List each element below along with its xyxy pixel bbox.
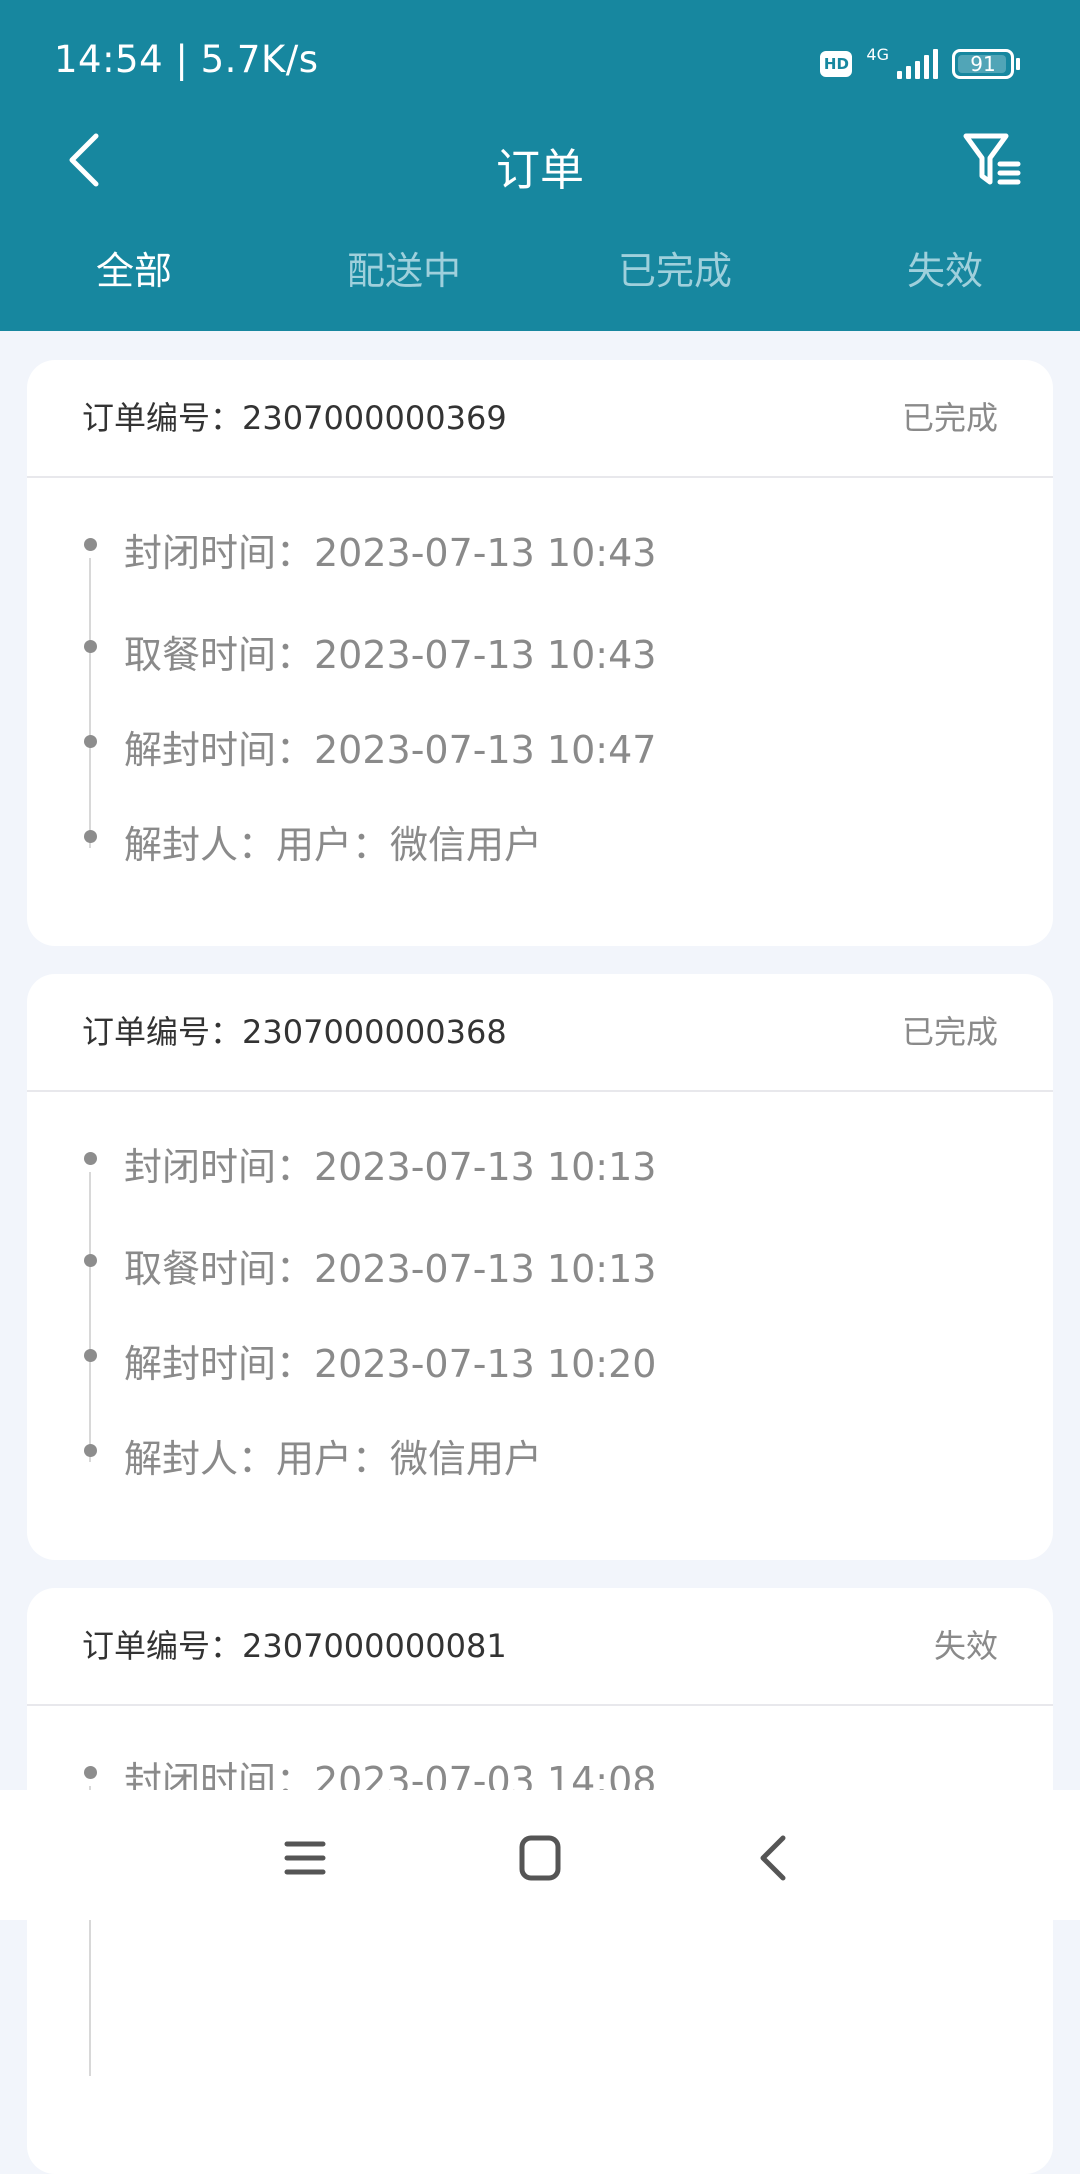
order-number: 订单编号：2307000000369	[82, 399, 507, 437]
status-bar: 14:54 | 5.7K/s HD 4G 91	[0, 0, 1080, 120]
order-status: 已完成	[901, 399, 998, 437]
order-timeline: 封闭时间：2023-07-03 14:08	[27, 1708, 1053, 2174]
home-button[interactable]	[510, 1828, 570, 1888]
order-card-header: 订单编号：2307000000369 已完成	[27, 360, 1053, 478]
timeline-item: 解封时间：2023-07-13 10:47	[27, 713, 1027, 773]
battery-icon: 91	[952, 49, 1014, 79]
timeline-dot	[84, 1444, 97, 1457]
status-time: 14:54 | 5.7K/s	[54, 38, 319, 81]
filter-button[interactable]	[960, 128, 1024, 192]
pickup-time: 取餐时间：2023-07-13 10:13	[124, 1247, 657, 1291]
timeline-item: 封闭时间：2023-07-13 10:13	[27, 1130, 1027, 1190]
tab-all[interactable]: 全部	[34, 240, 234, 295]
timeline-item: 封闭时间：2023-07-13 10:43	[27, 516, 1027, 576]
timeline-dot	[84, 1766, 97, 1779]
timeline-dot	[84, 1152, 97, 1165]
timeline-dot	[84, 1349, 97, 1362]
order-timeline: 封闭时间：2023-07-13 10:13 取餐时间：2023-07-13 10…	[27, 1094, 1053, 1560]
seal-time: 封闭时间：2023-07-13 10:43	[124, 531, 657, 575]
system-navigation-bar	[0, 1790, 1080, 1920]
unsealed-by: 解封人：用户：微信用户	[124, 1437, 543, 1481]
back-chevron-icon	[760, 1835, 786, 1881]
order-card[interactable]: 订单编号：2307000000368 已完成 封闭时间：2023-07-13 1…	[27, 974, 1053, 1560]
signal-icon	[897, 49, 938, 79]
app-header: 14:54 | 5.7K/s HD 4G 91 订单 全部 配送中 已完成 失效	[0, 0, 1080, 331]
order-tabs: 全部 配送中 已完成 失效	[0, 240, 1080, 310]
timeline-dot	[84, 830, 97, 843]
order-timeline: 封闭时间：2023-07-13 10:43 取餐时间：2023-07-13 10…	[27, 480, 1053, 946]
order-card-header: 订单编号：2307000000081 失效	[27, 1588, 1053, 1706]
tab-invalid[interactable]: 失效	[845, 240, 1045, 295]
nav-bar: 订单	[0, 110, 1080, 210]
timeline-dot	[84, 538, 97, 551]
home-square-icon	[519, 1835, 561, 1881]
timeline-item: 解封人：用户：微信用户	[27, 1422, 1027, 1482]
hd-icon: HD	[820, 51, 853, 77]
system-back-button[interactable]	[745, 1828, 805, 1888]
battery-tip	[1016, 58, 1020, 70]
seal-time: 封闭时间：2023-07-13 10:13	[124, 1145, 657, 1189]
timeline-dot	[84, 1254, 97, 1267]
page-title: 订单	[496, 145, 584, 196]
unseal-time: 解封时间：2023-07-13 10:47	[124, 728, 657, 772]
timeline-item: 解封人：用户：微信用户	[27, 808, 1027, 868]
order-card-header: 订单编号：2307000000368 已完成	[27, 974, 1053, 1092]
recent-apps-button[interactable]	[275, 1828, 335, 1888]
unsealed-by: 解封人：用户：微信用户	[124, 823, 543, 867]
tab-delivering[interactable]: 配送中	[304, 240, 504, 295]
order-number: 订单编号：2307000000081	[82, 1627, 507, 1665]
order-card[interactable]: 订单编号：2307000000369 已完成 封闭时间：2023-07-13 1…	[27, 360, 1053, 946]
timeline-dot	[84, 735, 97, 748]
timeline-item: 取餐时间：2023-07-13 10:43	[27, 618, 1027, 678]
timeline-line	[89, 1172, 91, 1462]
network-type-label: 4G	[866, 44, 889, 64]
order-number: 订单编号：2307000000368	[82, 1013, 507, 1051]
order-status: 失效	[933, 1627, 998, 1665]
menu-icon	[284, 1841, 326, 1875]
tab-completed[interactable]: 已完成	[575, 240, 775, 295]
timeline-item: 解封时间：2023-07-13 10:20	[27, 1327, 1027, 1387]
pickup-time: 取餐时间：2023-07-13 10:43	[124, 633, 657, 677]
order-status: 已完成	[901, 1013, 998, 1051]
timeline-line	[89, 558, 91, 848]
status-icons: HD 4G 91	[820, 44, 1020, 84]
filter-list-icon	[963, 133, 1021, 185]
timeline-dot	[84, 640, 97, 653]
timeline-item: 取餐时间：2023-07-13 10:13	[27, 1232, 1027, 1292]
unseal-time: 解封时间：2023-07-13 10:20	[124, 1342, 657, 1386]
battery-level: 91	[970, 52, 996, 76]
